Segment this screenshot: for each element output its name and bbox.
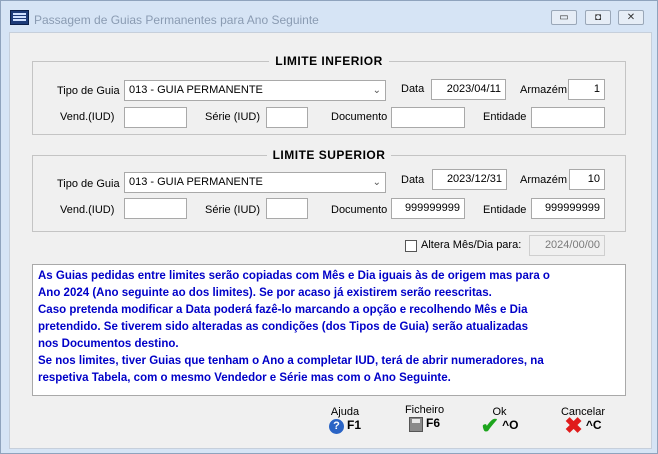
armazem-superior-input[interactable]: 10 xyxy=(569,169,605,190)
cancelar-button[interactable]: Cancelar ✖ ^C xyxy=(553,406,613,437)
close-button[interactable]: ✕ xyxy=(618,10,644,25)
chevron-down-icon[interactable]: ⌄ xyxy=(373,173,381,192)
vend-inferior-label: Vend.(IUD) xyxy=(60,111,115,123)
file-cabinet-icon xyxy=(408,416,423,432)
minimize-button[interactable]: ▭ xyxy=(551,10,577,25)
checkmark-icon: ✔ xyxy=(480,413,500,439)
limite-superior-group: LIMITE SUPERIOR xyxy=(32,148,626,232)
tipo-guia-inferior-select[interactable]: 013 - GUIA PERMANENTE ⌄ xyxy=(124,80,386,101)
info-line: pretendido. Se tiverem sido alteradas as… xyxy=(38,321,528,333)
serie-superior-label: Série (IUD) xyxy=(205,204,261,216)
entidade-inferior-label: Entidade xyxy=(483,111,527,123)
altera-date-input: 2024/00/00 xyxy=(529,235,605,256)
armazem-inferior-label: Armazém xyxy=(520,84,568,96)
ficheiro-key: F6 xyxy=(426,416,441,430)
data-inferior-label: Data xyxy=(401,83,425,95)
altera-label[interactable]: Altera Mês/Dia para: xyxy=(421,239,521,251)
ajuda-label: Ajuda xyxy=(330,406,360,418)
dialog-body: LIMITE INFERIOR Tipo de Guia 013 - GUIA … xyxy=(9,32,652,449)
armazem-superior-label: Armazém xyxy=(520,174,568,186)
title-bar[interactable]: Passagem de Guias Permanentes para Ano S… xyxy=(1,1,657,31)
vend-inferior-input[interactable] xyxy=(124,107,187,128)
ficheiro-label: Ficheiro xyxy=(404,404,445,416)
limite-superior-title: LIMITE SUPERIOR xyxy=(266,148,392,162)
dialog-window: Passagem de Guias Permanentes para Ano S… xyxy=(0,0,658,454)
entidade-superior-input[interactable]: 999999999 xyxy=(531,198,605,219)
data-superior-input[interactable]: 2023/12/31 xyxy=(432,169,507,190)
ok-button[interactable]: Ok ✔ ^O xyxy=(472,406,527,437)
info-line: Caso pretenda modificar a Data poderá fa… xyxy=(38,304,528,316)
tipo-guia-inferior-label: Tipo de Guia xyxy=(57,85,120,97)
entidade-inferior-input[interactable] xyxy=(531,107,605,128)
cancelar-label: Cancelar xyxy=(560,406,606,418)
ajuda-button[interactable]: Ajuda ? F1 xyxy=(320,406,370,434)
tipo-guia-superior-value: 013 - GUIA PERMANENTE xyxy=(129,176,263,188)
documento-superior-label: Documento xyxy=(331,204,388,216)
altera-checkbox[interactable] xyxy=(405,240,417,252)
window-title: Passagem de Guias Permanentes para Ano S… xyxy=(34,13,319,27)
info-line: respetiva Tabela, com o mesmo Vendedor e… xyxy=(38,372,451,384)
data-inferior-input[interactable]: 2023/04/11 xyxy=(431,79,506,100)
documento-inferior-label: Documento xyxy=(331,111,388,123)
app-icon xyxy=(10,10,29,25)
serie-inferior-label: Série (IUD) xyxy=(205,111,261,123)
serie-superior-input[interactable] xyxy=(266,198,308,219)
help-icon: ? xyxy=(328,418,344,434)
info-line: As Guias pedidas entre limites serão cop… xyxy=(38,270,550,282)
ok-key: ^O xyxy=(502,418,519,432)
vend-superior-label: Vend.(IUD) xyxy=(60,204,115,216)
ajuda-key: F1 xyxy=(347,418,362,432)
maximize-button[interactable]: ◘ xyxy=(585,10,611,25)
info-line: nos Documentos destino. xyxy=(38,338,179,350)
info-line: Se nos limites, tiver Guias que tenham o… xyxy=(38,355,544,367)
cancelar-key: ^C xyxy=(585,418,602,432)
entidade-superior-label: Entidade xyxy=(483,204,527,216)
tipo-guia-superior-select[interactable]: 013 - GUIA PERMANENTE ⌄ xyxy=(124,172,386,193)
close-icon: ✖ xyxy=(564,413,583,439)
info-line: Ano 2024 (Ano seguinte ao dos limites). … xyxy=(38,287,492,299)
tipo-guia-inferior-value: 013 - GUIA PERMANENTE xyxy=(129,84,263,96)
documento-superior-input[interactable]: 999999999 xyxy=(391,198,465,219)
tipo-guia-superior-label: Tipo de Guia xyxy=(57,178,120,190)
serie-inferior-input[interactable] xyxy=(266,107,308,128)
limite-inferior-title: LIMITE INFERIOR xyxy=(269,54,389,68)
armazem-inferior-input[interactable]: 1 xyxy=(568,79,605,100)
chevron-down-icon[interactable]: ⌄ xyxy=(373,81,381,100)
ficheiro-button[interactable]: Ficheiro F6 xyxy=(397,404,452,432)
data-superior-label: Data xyxy=(401,174,425,186)
vend-superior-input[interactable] xyxy=(124,198,187,219)
info-text-panel: As Guias pedidas entre limites serão cop… xyxy=(32,264,626,396)
documento-inferior-input[interactable] xyxy=(391,107,465,128)
